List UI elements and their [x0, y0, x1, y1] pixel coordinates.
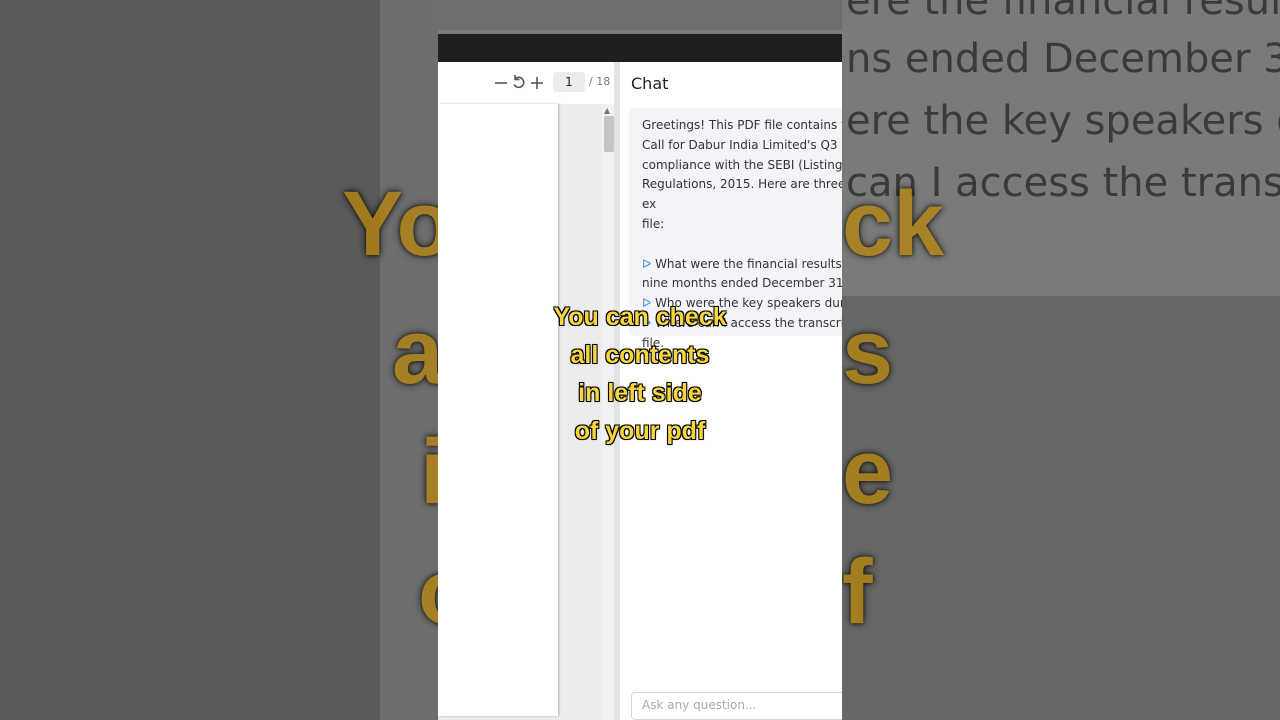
question-text: What were the financial results o — [655, 256, 842, 271]
caption-line: of your pdf — [574, 417, 706, 445]
question-text: nine months ended December 31, 2 — [642, 276, 842, 291]
browser-top-area — [438, 0, 842, 30]
chat-title: Chat — [631, 74, 669, 93]
suggested-question[interactable]: ᐅ What were the financial results o — [642, 255, 842, 275]
bg-left-panel — [0, 0, 438, 720]
bg-text-line: ere the financial results o — [846, 0, 1280, 24]
chat-input-box[interactable] — [631, 692, 842, 720]
pdf-toolbar: 1 / 18 — [438, 62, 620, 104]
question-continuation: nine months ended December 31, 2 — [642, 274, 842, 294]
greeting-line: compliance with the SEBI (Listing O — [642, 157, 842, 172]
bg-caption-fragment: a — [392, 301, 444, 403]
page-total-label: / 18 — [589, 75, 611, 88]
scrollbar-thumb[interactable] — [604, 116, 614, 152]
send-arrow-icon: ᐅ — [642, 256, 652, 271]
rotate-icon[interactable] — [512, 72, 526, 100]
bg-caption-fragment: e — [842, 421, 894, 523]
bg-caption-fragment: s — [842, 301, 894, 403]
greeting-line: Call for Dabur India Limited's Q3 FY — [642, 137, 842, 152]
scroll-up-arrow-icon[interactable]: ▲ — [604, 106, 610, 115]
caption-line: in left side — [578, 379, 702, 407]
caption-line: You can check — [553, 303, 727, 331]
video-caption: You can check all contents in left side … — [540, 298, 740, 450]
bg-caption-fragment: f — [842, 541, 873, 643]
chat-question-input[interactable] — [632, 693, 842, 717]
minus-icon[interactable] — [494, 72, 508, 100]
caption-line: all contents — [570, 341, 710, 369]
bg-caption-fragment: ck — [842, 173, 945, 275]
plus-icon[interactable] — [530, 72, 544, 100]
bg-text-line: ns ended December 31, 2 — [846, 36, 1280, 82]
bg-text-line: ere the key speakers durin — [846, 98, 1280, 144]
app-header-bar — [438, 34, 842, 62]
page-number-input[interactable]: 1 — [553, 72, 585, 92]
greeting-line: Regulations, 2015. Here are three ex — [642, 177, 842, 212]
greeting-line: file: — [642, 216, 665, 231]
greeting-line: Greetings! This PDF file contains th — [642, 118, 842, 132]
